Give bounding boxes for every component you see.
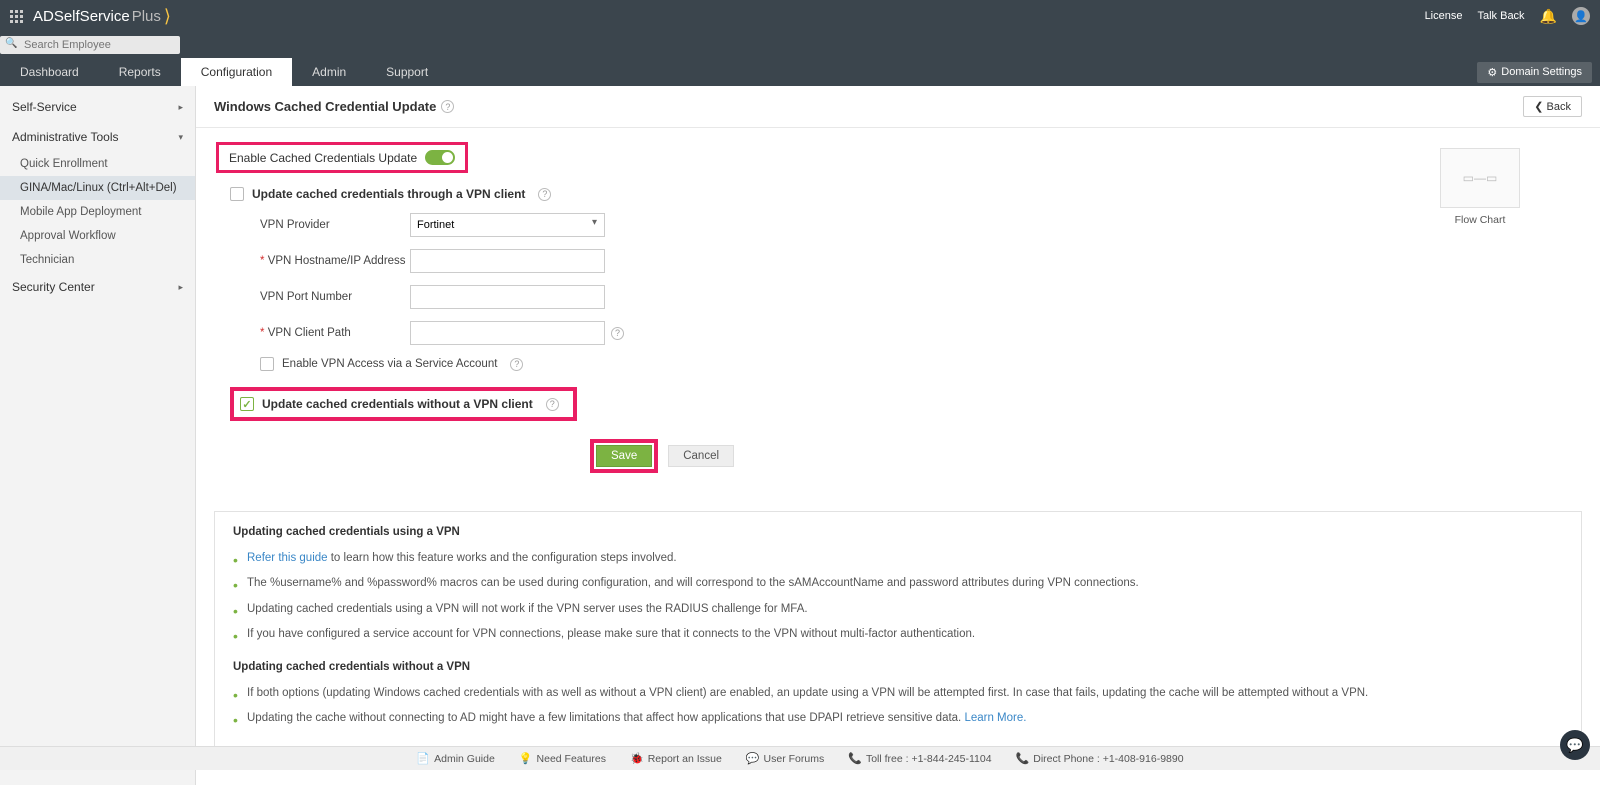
app-header: ADSelfService Plus⟩ License Talk Back 🔔 …: [0, 0, 1600, 32]
tab-admin[interactable]: Admin: [292, 58, 366, 86]
info-title-vpn: Updating cached credentials using a VPN: [233, 526, 1563, 538]
info-item: If you have configured a service account…: [233, 622, 1563, 647]
help-icon[interactable]: ?: [611, 327, 624, 340]
sidebar-item-technician[interactable]: Technician: [0, 248, 195, 272]
info-item: The %username% and %password% macros can…: [233, 571, 1563, 596]
info-panel: Updating cached credentials using a VPN …: [214, 511, 1582, 761]
refer-guide-link[interactable]: Refer this guide: [247, 552, 328, 564]
search-row: [0, 32, 1600, 58]
footer-need-features[interactable]: 💡Need Features: [519, 752, 606, 765]
tab-dashboard[interactable]: Dashboard: [0, 58, 99, 86]
info-item: If both options (updating Windows cached…: [233, 681, 1563, 706]
chevron-right-icon: ▸: [178, 282, 183, 293]
save-button[interactable]: Save: [596, 445, 652, 467]
sidebar-self-service[interactable]: Self-Service▸: [0, 92, 195, 122]
vpn-checkbox[interactable]: [230, 187, 244, 201]
flow-chart-widget[interactable]: ▭—▭ Flow Chart: [1440, 148, 1520, 226]
help-icon[interactable]: ?: [546, 398, 559, 411]
bug-icon: 🐞: [630, 752, 644, 765]
page-title: Windows Cached Credential Update: [214, 99, 436, 114]
vpn-provider-select[interactable]: [410, 213, 605, 237]
vpn-hostname-label: * VPN Hostname/IP Address: [260, 255, 410, 267]
vpn-clientpath-input[interactable]: [410, 321, 605, 345]
sidebar-item-approval[interactable]: Approval Workflow: [0, 224, 195, 248]
license-link[interactable]: License: [1425, 10, 1463, 22]
search-input[interactable]: [0, 36, 180, 54]
vpn-checkbox-label: Update cached credentials through a VPN …: [252, 187, 525, 201]
vpn-provider-label: VPN Provider: [260, 219, 410, 231]
sidebar-item-mobile-app[interactable]: Mobile App Deployment: [0, 200, 195, 224]
sidebar-admin-tools[interactable]: Administrative Tools▾: [0, 122, 195, 152]
logo-arc-icon: ⟩: [164, 6, 171, 27]
help-icon[interactable]: ?: [538, 188, 551, 201]
svc-account-label: Enable VPN Access via a Service Account: [282, 358, 497, 370]
footer-direct-phone[interactable]: 📞Direct Phone : +1-408-916-9890: [1016, 752, 1184, 765]
enable-toggle-highlight: Enable Cached Credentials Update: [216, 142, 468, 173]
tab-configuration[interactable]: Configuration: [181, 58, 292, 86]
phone-icon: 📞: [1016, 752, 1030, 765]
sidebar: Self-Service▸ Administrative Tools▾ Quic…: [0, 86, 196, 785]
forum-icon: 💬: [746, 752, 760, 765]
gear-icon: ⚙: [1487, 66, 1497, 79]
avatar-icon[interactable]: 👤: [1572, 7, 1590, 25]
tab-reports[interactable]: Reports: [99, 58, 181, 86]
footer-admin-guide[interactable]: 📄Admin Guide: [416, 752, 494, 765]
enable-toggle[interactable]: [425, 150, 455, 165]
logo-suffix: Plus: [132, 8, 161, 25]
tab-support[interactable]: Support: [366, 58, 448, 86]
phone-icon: 📞: [848, 752, 862, 765]
help-icon[interactable]: ?: [441, 100, 454, 113]
info-item: Updating the cache without connecting to…: [233, 706, 1563, 731]
bell-icon[interactable]: 🔔: [1540, 8, 1557, 25]
flow-chart-label: Flow Chart: [1440, 214, 1520, 226]
sidebar-item-quick-enrollment[interactable]: Quick Enrollment: [0, 152, 195, 176]
chevron-right-icon: ▸: [178, 102, 183, 113]
sidebar-item-gina[interactable]: GINA/Mac/Linux (Ctrl+Alt+Del): [0, 176, 195, 200]
novpn-checkbox-label: Update cached credentials without a VPN …: [262, 397, 533, 411]
doc-icon: 📄: [416, 752, 430, 765]
main-content: Windows Cached Credential Update ? ❮ Bac…: [196, 86, 1600, 785]
footer-toll-free[interactable]: 📞Toll free : +1-844-245-1104: [848, 752, 991, 765]
learn-more-link[interactable]: Learn More.: [964, 712, 1026, 724]
app-logo: ADSelfService Plus⟩: [33, 6, 171, 27]
help-icon[interactable]: ?: [510, 358, 523, 371]
vpn-port-label: VPN Port Number: [260, 291, 410, 303]
vpn-port-input[interactable]: [410, 285, 605, 309]
footer: 📄Admin Guide 💡Need Features 🐞Report an I…: [0, 746, 1600, 770]
save-button-highlight: Save: [590, 439, 658, 473]
footer-user-forums[interactable]: 💬User Forums: [746, 752, 824, 765]
app-grid-icon[interactable]: [10, 10, 23, 23]
vpn-hostname-input[interactable]: [410, 249, 605, 273]
info-title-novpn: Updating cached credentials without a VP…: [233, 661, 1563, 673]
bulb-icon: 💡: [519, 752, 533, 765]
nav-tabs: Dashboard Reports Configuration Admin Su…: [0, 58, 1600, 86]
flow-chart-icon: ▭—▭: [1440, 148, 1520, 208]
vpn-clientpath-label: * VPN Client Path: [260, 327, 410, 339]
info-item: Refer this guide to learn how this featu…: [233, 546, 1563, 571]
novpn-checkbox[interactable]: [240, 397, 254, 411]
chevron-down-icon: ▾: [178, 132, 183, 143]
footer-report-issue[interactable]: 🐞Report an Issue: [630, 752, 722, 765]
enable-toggle-label: Enable Cached Credentials Update: [229, 151, 417, 165]
info-item: Updating cached credentials using a VPN …: [233, 597, 1563, 622]
novpn-checkbox-highlight: Update cached credentials without a VPN …: [230, 387, 577, 421]
domain-settings-button[interactable]: ⚙Domain Settings: [1477, 62, 1592, 83]
cancel-button[interactable]: Cancel: [668, 445, 734, 467]
svc-account-checkbox[interactable]: [260, 357, 274, 371]
talkback-link[interactable]: Talk Back: [1477, 10, 1524, 22]
chat-bubble[interactable]: 💬: [1560, 730, 1590, 760]
sidebar-security-center[interactable]: Security Center▸: [0, 272, 195, 302]
logo-main: ADSelfService: [33, 8, 130, 25]
back-button[interactable]: ❮ Back: [1523, 96, 1582, 117]
